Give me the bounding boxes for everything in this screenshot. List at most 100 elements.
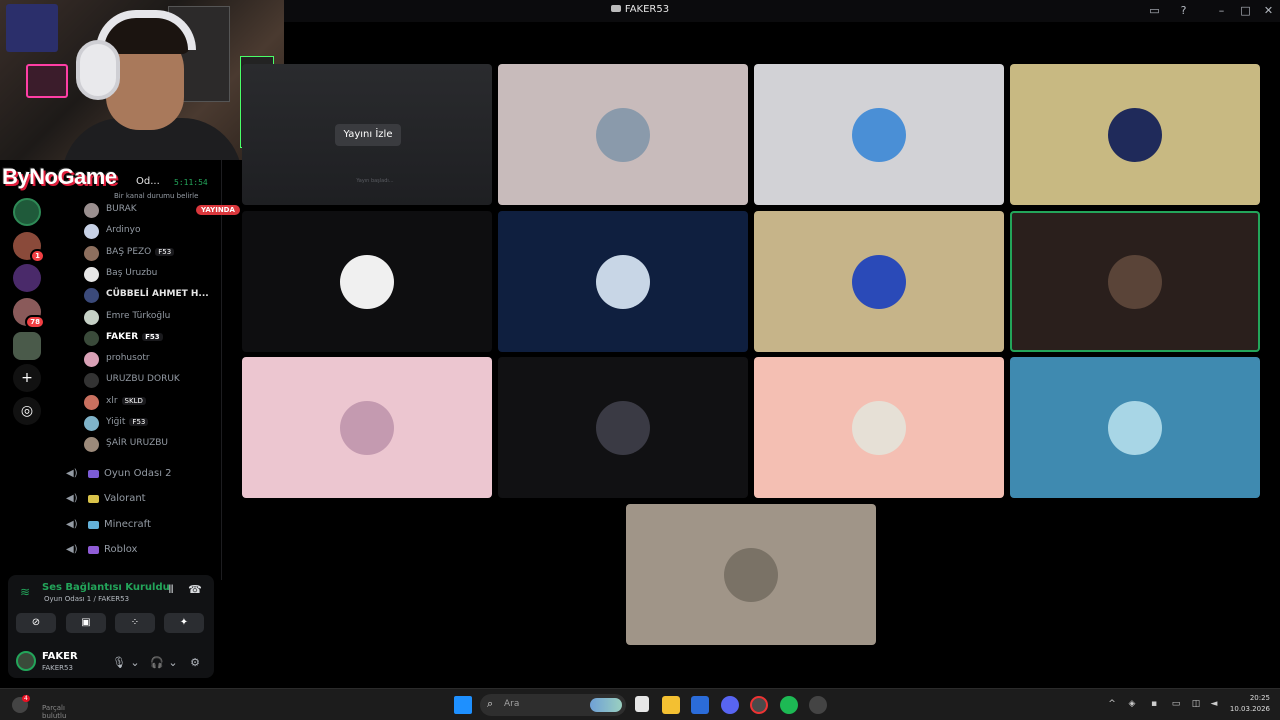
voice-member[interactable]: FAKER F53 [84,328,216,348]
user-status: FAKER53 [42,664,73,672]
voice-member[interactable]: Yiğit F53 [84,413,216,433]
member-tag: F53 [155,247,175,256]
participant-tile[interactable] [498,64,748,205]
discord-icon[interactable] [721,696,739,714]
member-name: xlr SKLD [106,396,146,406]
server-icon[interactable]: 1 [13,232,45,263]
explore-icon[interactable]: ◎ [13,397,41,425]
chevron-down-icon[interactable]: ⌄ [166,656,180,670]
server-icon-active[interactable] [13,198,41,226]
help-icon[interactable]: ? [1177,4,1190,17]
disconnect-icon[interactable]: ☎ [188,583,202,597]
participant-tile[interactable] [754,64,1004,205]
speaker-icon: ◀) [66,518,78,530]
steam-icon[interactable] [809,696,827,714]
voice-member[interactable]: ŞAİR URUZBU [84,434,216,454]
watch-stream-button[interactable]: Yayını İzle [335,124,401,146]
server-icon[interactable]: 78 [13,298,45,329]
participant-tile[interactable] [498,357,748,498]
server-icon[interactable] [13,332,41,360]
avatar [84,309,99,325]
voice-member[interactable]: CÜBBELİ AHMET H... [84,285,216,305]
participant-tile[interactable] [242,211,492,352]
avatar [1108,254,1162,309]
gear-icon[interactable]: ⚙ [188,656,202,670]
voice-channel-item[interactable]: ◀) Roblox [66,540,216,562]
voice-member[interactable]: xlr SKLD [84,392,216,412]
taskbar-search[interactable]: ⌕ Ara [480,694,626,716]
member-name: Emre Türkoğlu [106,311,170,321]
close-icon[interactable]: ✕ [1262,4,1275,17]
avatar [84,437,99,453]
headphones-icon[interactable]: 🎧 [150,656,164,670]
start-icon[interactable] [454,696,472,714]
tray-app-icon[interactable]: ▪ [1148,699,1160,711]
stream-tile[interactable]: Yayını İzle Yayın başladı... [242,64,492,205]
add-server-icon[interactable]: + [13,364,41,392]
member-tag: F53 [142,332,163,341]
voice-channel-label: Minecraft [104,518,151,530]
minimize-icon[interactable]: – [1215,4,1228,17]
avatar [852,254,906,309]
spotify-icon[interactable] [780,696,798,714]
weather-badge: 4 [22,695,30,702]
voice-member[interactable]: Emre Türkoğlu [84,307,216,327]
inbox-icon[interactable]: ▭ [1148,4,1161,17]
member-name: ŞAİR URUZBU [106,438,168,448]
voice-member[interactable]: BAŞ PEZO F53 [84,243,216,263]
participant-tile[interactable] [626,504,876,645]
activities-button[interactable]: ⁘ [115,613,155,633]
participant-tile[interactable] [1010,211,1260,352]
soundboard-button[interactable]: ✦ [164,613,204,633]
chevron-up-icon[interactable]: ^ [1106,699,1118,711]
weather-widget[interactable]: 4 Parçalı bulutlu [8,695,88,720]
camera-off-button[interactable]: ⊘ [16,613,56,633]
member-tag: SKLD [121,396,146,405]
voice-member[interactable]: URUZBU DORUK [84,370,216,390]
network-icon[interactable]: ◫ [1190,699,1202,711]
participant-tile[interactable] [754,211,1004,352]
avatar [852,400,906,455]
microphone-icon[interactable]: 🎙 [112,656,126,670]
voice-channel-item[interactable]: ◀) Oyun Odası 2 [66,464,216,486]
participant-tile[interactable] [1010,357,1260,498]
participant-tile[interactable] [498,211,748,352]
avatar [84,416,99,431]
voice-member[interactable]: BURAK YAYINDA [84,200,240,220]
participant-tile[interactable] [242,357,492,498]
connection-room[interactable]: Oyun Odası 1 / FAKER53 [44,595,129,603]
chevron-down-icon[interactable]: ⌄ [128,656,142,670]
server-icon [610,5,621,12]
keyboard-icon[interactable]: ▭ [1170,699,1182,711]
avatar [84,288,99,304]
server-icon[interactable] [13,264,41,292]
chrome-icon[interactable] [750,696,768,714]
avatar [596,107,650,162]
tray-app-icon[interactable]: ◈ [1126,699,1138,711]
avatar[interactable] [16,651,36,671]
noise-suppression-icon[interactable]: ⦀ [164,583,178,597]
file-explorer-icon[interactable] [662,696,680,714]
task-view-icon[interactable] [635,696,649,712]
voice-member[interactable]: Ardinyo [84,221,216,241]
volume-icon[interactable]: ◄ [1208,699,1220,711]
windows-taskbar: 4 Parçalı bulutlu ⌕ Ara ^ ◈ ▪ ▭ ◫ ◄ 20:2… [0,688,1280,720]
participant-tile[interactable] [1010,64,1260,205]
avatar [84,224,99,240]
store-icon[interactable] [691,696,709,714]
screen-share-button[interactable]: ▣ [66,613,106,633]
connection-status[interactable]: Ses Bağlantısı Kuruldu [42,582,170,593]
member-name: BURAK [106,204,137,214]
voice-member[interactable]: prohusotr [84,349,216,369]
taskbar-clock[interactable]: 20:25 10.03.2026 [1226,693,1270,715]
member-name: Yiğit F53 [106,417,149,427]
participant-tile[interactable] [754,357,1004,498]
overlay-logo: ByNoGame [2,164,117,189]
voice-channel-item[interactable]: ◀) Valorant [66,489,216,511]
signal-icon[interactable]: ≋ [20,585,34,599]
maximize-icon[interactable]: □ [1239,4,1252,17]
voice-member[interactable]: Baş Uruzbu [84,264,216,284]
member-name-text: Ardinyo [106,225,141,236]
voice-channel-item[interactable]: ◀) Minecraft [66,515,216,537]
speaker-icon: ◀) [66,493,78,505]
